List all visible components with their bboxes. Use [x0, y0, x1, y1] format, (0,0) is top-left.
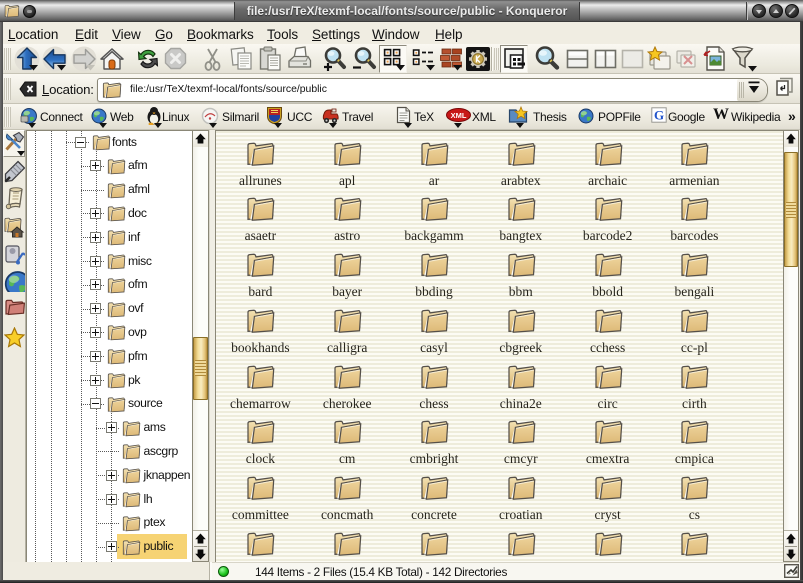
svg-text:XML: XML	[451, 111, 467, 120]
svg-text:G: G	[654, 108, 664, 123]
